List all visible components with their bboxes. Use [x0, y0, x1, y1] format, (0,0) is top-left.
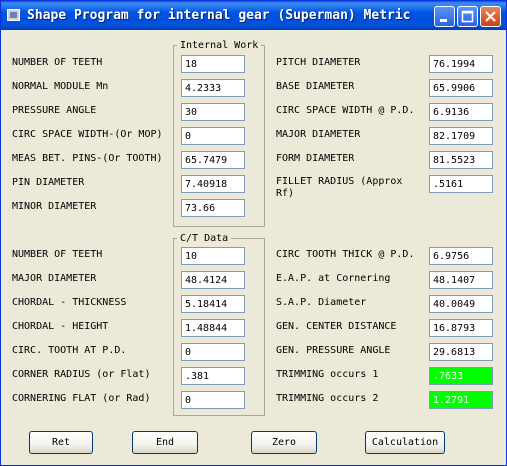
iw-meas-bet-pins-input[interactable]: 65.7479	[181, 151, 245, 169]
iw-normal-module-input[interactable]: 4.2333	[181, 79, 245, 97]
iw-pin-diameter-input[interactable]: 7.40918	[181, 175, 245, 193]
iw-normal-module-label: NORMAL MODULE Mn	[12, 81, 109, 92]
ct-circ-tooth-pd-label: CIRC. TOOTH AT P.D.	[12, 345, 127, 356]
iw-meas-bet-pins-label: MEAS BET. PINS-(Or TOOTH)	[12, 153, 163, 164]
iw-base-diameter-output[interactable]: 65.9906	[429, 79, 493, 97]
iw-circ-space-width-label: CIRC SPACE WIDTH-(Or MOP)	[12, 129, 163, 140]
ct-chordal-height-input[interactable]: 1.48844	[181, 319, 245, 337]
window-title: Shape Program for internal gear (Superma…	[27, 8, 411, 23]
ct-trimming-1-label: TRIMMING occurs 1	[276, 369, 379, 380]
iw-pin-diameter-label: PIN DIAMETER	[12, 177, 85, 188]
maximize-button[interactable]	[457, 6, 478, 27]
iw-pressure-angle-input[interactable]: 30	[181, 103, 245, 121]
close-icon	[485, 11, 496, 22]
title-bar[interactable]: Shape Program for internal gear (Superma…	[1, 1, 506, 30]
ct-major-diameter-input[interactable]: 48.4124	[181, 271, 245, 289]
ct-corner-radius-input[interactable]: .381	[181, 367, 245, 385]
ct-eap-output[interactable]: 48.1407	[429, 271, 493, 289]
ct-gen-pressure-angle-output[interactable]: 29.6813	[429, 343, 493, 361]
minimize-button[interactable]	[434, 6, 455, 27]
iw-minor-diameter-input[interactable]: 73.66	[181, 199, 245, 217]
ct-eap-label: E.A.P. at Cornering	[276, 273, 391, 284]
ct-major-diameter-label: MAJOR DIAMETER	[12, 273, 97, 284]
maximize-icon	[461, 10, 474, 23]
app-icon[interactable]	[7, 9, 20, 21]
ct-corner-radius-label: CORNER RADIUS (or Flat)	[12, 369, 151, 380]
zero-button[interactable]: Zero	[251, 431, 317, 454]
ct-chordal-thickness-input[interactable]: 5.18414	[181, 295, 245, 313]
iw-circ-space-width-input[interactable]: 0	[181, 127, 245, 145]
end-button[interactable]: End	[132, 431, 198, 454]
iw-circ-space-width-pd-output[interactable]: 6.9136	[429, 103, 493, 121]
iw-minor-diameter-label: MINOR DIAMETER	[12, 201, 97, 212]
ret-button[interactable]: Ret	[29, 431, 93, 454]
iw-major-diameter-output[interactable]: 82.1709	[429, 127, 493, 145]
iw-fillet-radius-label: FILLET RADIUS (Approx Rf)	[276, 176, 403, 199]
ct-data-title: C/T Data	[177, 233, 232, 244]
ct-gen-pressure-angle-label: GEN. PRESSURE ANGLE	[276, 345, 391, 356]
ct-trimming-1-output[interactable]: .7633	[429, 367, 493, 385]
calculation-button[interactable]: Calculation	[365, 431, 445, 454]
ct-gen-center-distance-output[interactable]: 16.8793	[429, 319, 493, 337]
ct-number-of-teeth-input[interactable]: 10	[181, 247, 245, 265]
close-button[interactable]	[480, 6, 501, 27]
ct-gen-center-distance-label: GEN. CENTER DISTANCE	[276, 321, 397, 332]
iw-form-diameter-label: FORM DIAMETER	[276, 153, 355, 164]
iw-pitch-diameter-output[interactable]: 76.1994	[429, 55, 493, 73]
ct-sap-label: S.A.P. Diameter	[276, 297, 367, 308]
iw-base-diameter-label: BASE DIAMETER	[276, 81, 355, 92]
ct-circ-tooth-thick-output[interactable]: 6.9756	[429, 247, 493, 265]
minimize-icon	[440, 19, 447, 22]
ct-number-of-teeth-label: NUMBER OF TEETH	[12, 249, 103, 260]
iw-form-diameter-output[interactable]: 81.5523	[429, 151, 493, 169]
iw-circ-space-width-pd-label: CIRC SPACE WIDTH @ P.D.	[276, 105, 415, 116]
ct-sap-output[interactable]: 40.0049	[429, 295, 493, 313]
ct-trimming-2-output[interactable]: 1.2791	[429, 391, 493, 409]
ct-cornering-flat-label: CORNERING FLAT (or Rad)	[12, 393, 151, 404]
iw-number-of-teeth-label: NUMBER OF TEETH	[12, 57, 103, 68]
iw-pressure-angle-label: PRESSURE ANGLE	[12, 105, 97, 116]
ct-trimming-2-label: TRIMMING occurs 2	[276, 393, 379, 404]
ct-cornering-flat-input[interactable]: 0	[181, 391, 245, 409]
ct-chordal-height-label: CHORDAL - HEIGHT	[12, 321, 109, 332]
iw-pitch-diameter-label: PITCH DIAMETER	[276, 57, 361, 68]
ct-circ-tooth-pd-input[interactable]: 0	[181, 343, 245, 361]
main-window: Shape Program for internal gear (Superma…	[0, 0, 507, 466]
iw-number-of-teeth-input[interactable]: 18	[181, 55, 245, 73]
internal-work-title: Internal Work	[177, 40, 262, 51]
ct-chordal-thickness-label: CHORDAL - THICKNESS	[12, 297, 127, 308]
iw-major-diameter-label: MAJOR DIAMETER	[276, 129, 361, 140]
ct-circ-tooth-thick-label: CIRC TOOTH THICK @ P.D.	[276, 249, 415, 260]
iw-fillet-radius-output[interactable]: .5161	[429, 175, 493, 193]
